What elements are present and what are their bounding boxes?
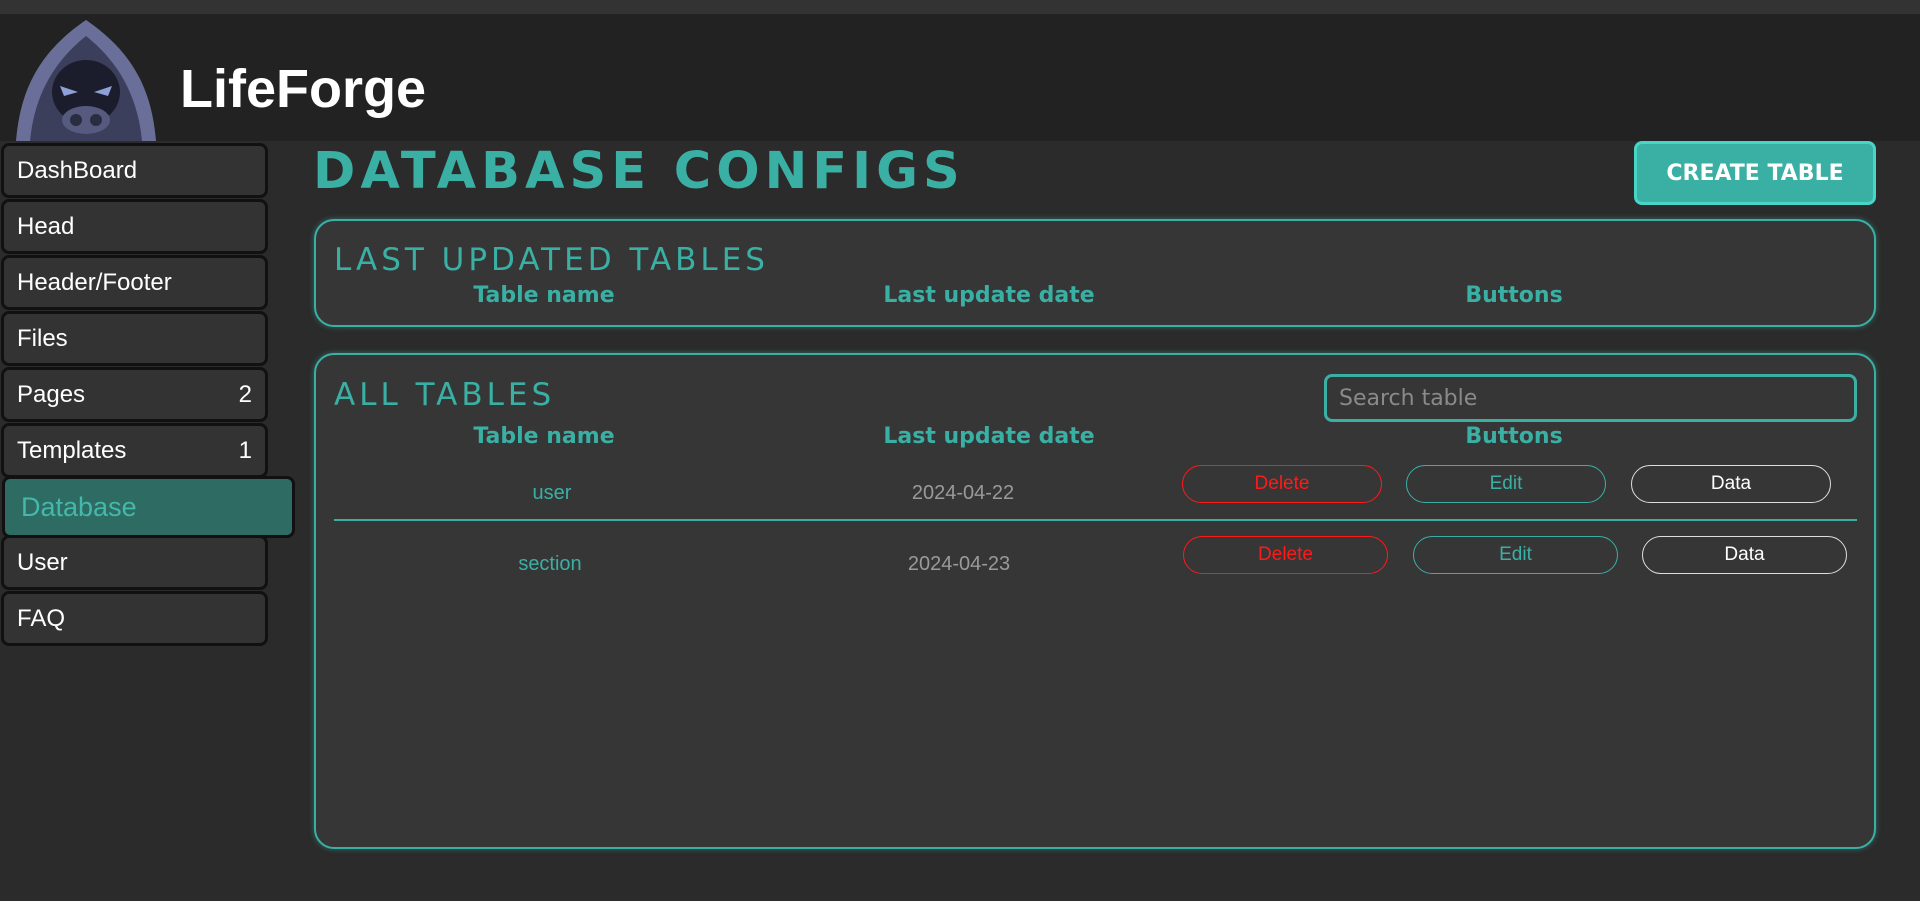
sidebar-item-label: Head (17, 212, 75, 240)
sidebar-item-files[interactable]: Files (1, 311, 268, 366)
sidebar-item-label: Header/Footer (17, 268, 172, 296)
table-date-cell: 2024-04-22 (911, 482, 1015, 504)
row-divider (334, 519, 1857, 521)
column-header-table-name: Table name (473, 424, 615, 449)
sidebar-item-count: 1 (238, 436, 252, 464)
delete-button[interactable]: Delete (1183, 536, 1388, 574)
column-header-buttons: Buttons (1465, 424, 1563, 449)
data-button[interactable]: Data (1642, 536, 1847, 574)
panel-title: LAST UPDATED TABLES (334, 242, 769, 278)
all-tables-panel: ALL TABLES Table name Last update date B… (314, 353, 1876, 849)
sidebar-item-label: DashBoard (17, 156, 138, 184)
sidebar-item-label: Database (21, 491, 137, 522)
app-title: LifeForge (180, 59, 427, 119)
column-header-table-name: Table name (473, 283, 615, 308)
sidebar-item-label: Files (17, 324, 68, 352)
sidebar-item-user[interactable]: User (1, 535, 268, 590)
sidebar-item-head[interactable]: Head (1, 199, 268, 254)
edit-button[interactable]: Edit (1413, 536, 1618, 574)
sidebar-item-database[interactable]: Database (2, 476, 295, 538)
hooded-figure-logo-icon (6, 14, 166, 141)
panel-title: ALL TABLES (334, 377, 556, 413)
sidebar-item-pages[interactable]: Pages 2 (1, 367, 268, 422)
last-updated-tables-panel: LAST UPDATED TABLES Table name Last upda… (314, 219, 1876, 327)
table-name-cell: user (532, 482, 572, 504)
delete-button[interactable]: Delete (1182, 465, 1382, 503)
sidebar-item-header-footer[interactable]: Header/Footer (1, 255, 268, 310)
search-table-input[interactable] (1324, 374, 1857, 422)
sidebar-item-dashboard[interactable]: DashBoard (1, 143, 268, 198)
sidebar-item-label: FAQ (17, 604, 66, 632)
sidebar-item-count: 2 (238, 380, 252, 408)
sidebar-item-templates[interactable]: Templates 1 (1, 423, 268, 478)
sidebar-item-label: Pages (17, 380, 86, 408)
table-date-cell: 2024-04-23 (907, 553, 1011, 575)
page-title: DATABASE CONFIGS (313, 142, 965, 201)
column-header-last-update-date: Last update date (883, 424, 1095, 449)
column-header-last-update-date: Last update date (883, 283, 1095, 308)
sidebar-item-faq[interactable]: FAQ (1, 591, 268, 646)
table-name-cell: section (518, 553, 582, 575)
data-button[interactable]: Data (1631, 465, 1831, 503)
window-top-strip (0, 0, 1920, 14)
sidebar-item-label: Templates (17, 436, 127, 464)
app-header: LifeForge (0, 14, 1920, 141)
edit-button[interactable]: Edit (1406, 465, 1606, 503)
sidebar-item-label: User (17, 548, 68, 576)
column-header-buttons: Buttons (1465, 283, 1563, 308)
create-table-button[interactable]: CREATE TABLE (1634, 141, 1876, 205)
